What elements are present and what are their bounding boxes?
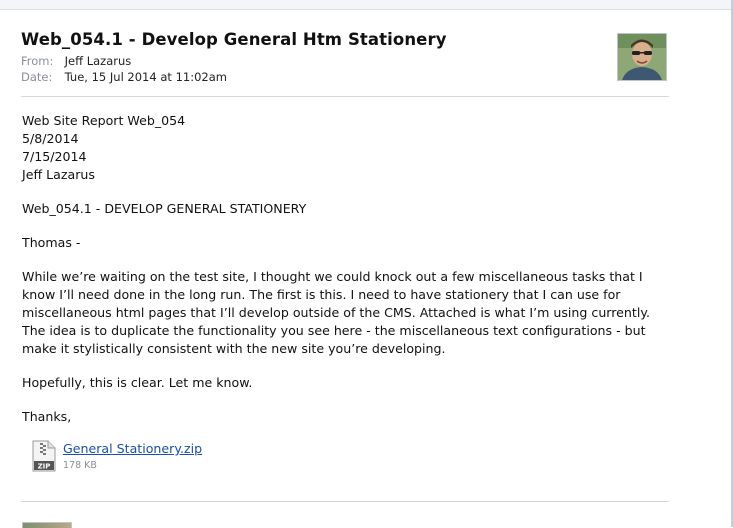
signoff: Thanks,: [22, 409, 72, 424]
date-value: Tue, 15 Jul 2014 at 11:02am: [64, 70, 227, 84]
attachment-size: 178 KB: [63, 460, 97, 471]
message-divider: [21, 501, 669, 502]
from-row: From: Jeff Lazarus: [21, 53, 671, 69]
report-author: Jeff Lazarus: [22, 167, 95, 182]
report-end-date: 7/15/2014: [22, 149, 87, 164]
attachment[interactable]: ZIP General Stationery.zip 178 KB: [32, 440, 252, 476]
closing-line: Hopefully, this is clear. Let me know.: [22, 375, 253, 390]
paragraph-line: While we’re waiting on the test site, I …: [22, 269, 643, 284]
report-title: Web Site Report Web_054: [22, 113, 186, 128]
zip-file-icon[interactable]: ZIP: [32, 440, 56, 472]
attachment-name-link[interactable]: General Stationery.zip: [63, 441, 202, 456]
sender-avatar[interactable]: [617, 33, 667, 81]
from-label: From:: [21, 54, 54, 68]
sender-name[interactable]: Jeff Lazarus: [65, 54, 132, 68]
top-toolbar-strip: [0, 0, 733, 10]
message-header: Web_054.1 - Develop General Htm Statione…: [21, 30, 671, 85]
message-subject: Web_054.1 - Develop General Htm Statione…: [21, 30, 447, 49]
paragraph-line: miscellaneous html pages that I’ll devel…: [22, 305, 650, 320]
date-label: Date:: [21, 70, 53, 84]
paragraph-line: The idea is to duplicate the functionali…: [22, 323, 646, 338]
zip-badge-label: ZIP: [38, 463, 51, 471]
paragraph-line: know I’ll need done in the long run. The…: [22, 287, 621, 302]
date-row: Date: Tue, 15 Jul 2014 at 11:02am: [21, 69, 671, 85]
task-heading: Web_054.1 - DEVELOP GENERAL STATIONERY: [22, 201, 307, 216]
salutation: Thomas -: [22, 235, 81, 250]
header-divider: [21, 96, 669, 97]
avatar-photo-icon: [618, 34, 666, 80]
next-message-avatar[interactable]: [22, 522, 72, 528]
message-body: Web Site Report Web_054 5/8/2014 7/15/20…: [22, 112, 672, 426]
report-start-date: 5/8/2014: [22, 131, 79, 146]
paragraph-line: make it stylistically consistent with th…: [22, 341, 446, 356]
